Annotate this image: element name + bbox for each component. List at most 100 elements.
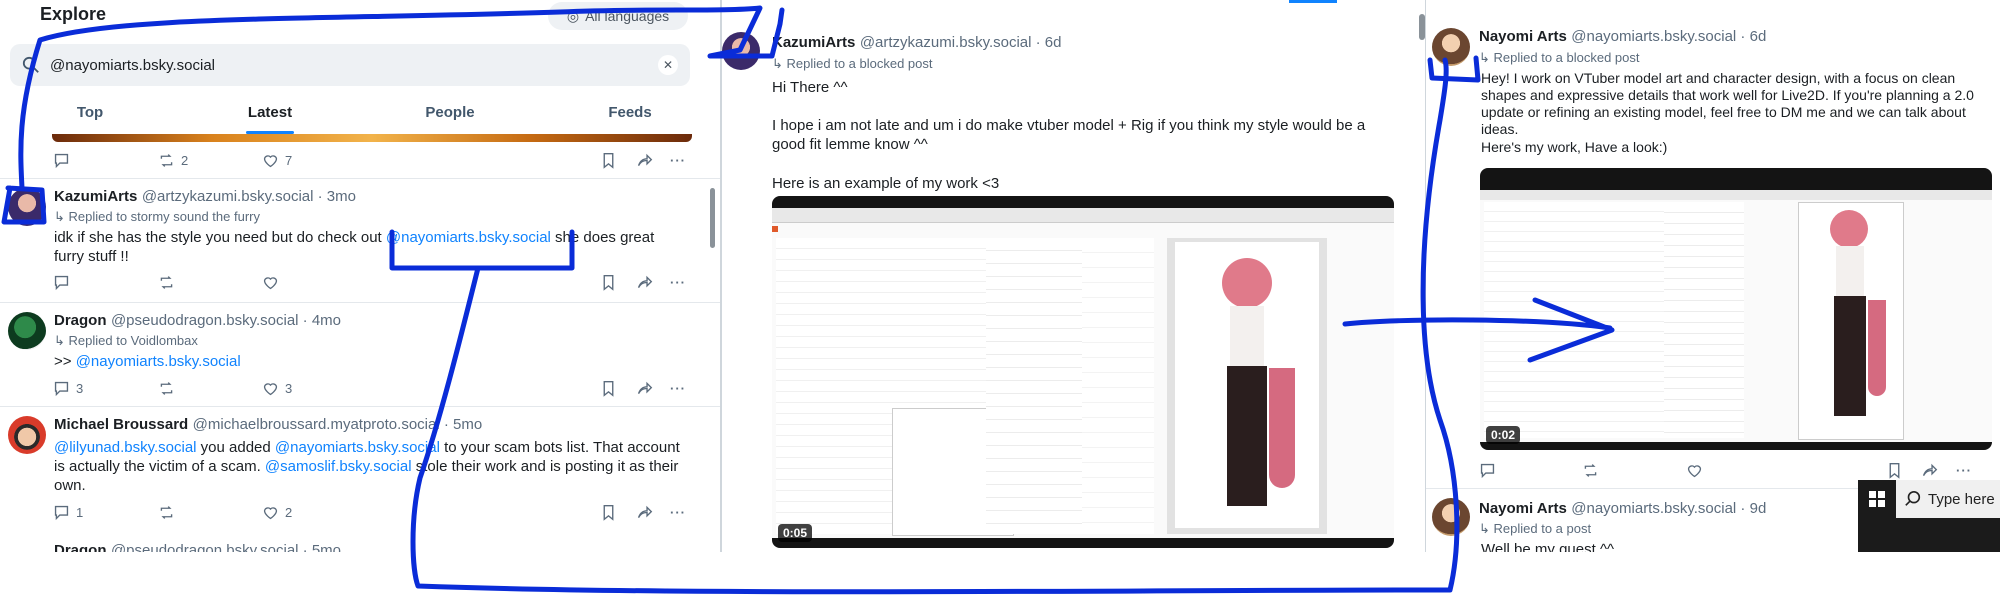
- search-input[interactable]: @nayomiarts.bsky.social: [50, 57, 215, 74]
- like-count: 2: [285, 504, 293, 520]
- reply-icon[interactable]: [1479, 462, 1496, 479]
- search-tabs: Top Latest People Feeds: [0, 98, 720, 134]
- like-icon: [263, 154, 278, 167]
- like-icon: [263, 382, 278, 395]
- like-count: 7: [285, 152, 293, 168]
- reply-icon[interactable]: [53, 152, 70, 169]
- reply-icon[interactable]: [53, 274, 70, 291]
- scrollbar[interactable]: [710, 188, 715, 248]
- author-handle[interactable]: @pseudodragon.bsky.social · 4mo: [111, 312, 341, 329]
- repost-icon[interactable]: [158, 380, 175, 397]
- video-player[interactable]: 0:02: [1480, 168, 1992, 450]
- bookmark-icon[interactable]: [600, 380, 617, 397]
- author-name[interactable]: Michael Broussard: [54, 416, 188, 433]
- reply-context[interactable]: Replied to stormy sound the furry: [69, 209, 260, 224]
- like-button[interactable]: 2: [262, 504, 292, 521]
- thread-panel: KazumiArts @artzykazumi.bsky.social · 6d…: [720, 0, 1427, 552]
- share-icon[interactable]: [636, 274, 653, 291]
- more-icon[interactable]: ···: [670, 153, 686, 168]
- share-icon[interactable]: [636, 504, 653, 521]
- mention-link[interactable]: @samoslif.bsky.social: [265, 458, 412, 475]
- repost-button[interactable]: 2: [158, 152, 188, 169]
- reply-context[interactable]: Replied to a blocked post: [1494, 50, 1640, 65]
- bookmark-icon[interactable]: [600, 274, 617, 291]
- tab-feeds[interactable]: Feeds: [540, 98, 720, 134]
- share-icon[interactable]: [1921, 462, 1938, 479]
- post-text: Hi There ^^: [772, 79, 848, 96]
- avatar[interactable]: [8, 188, 46, 226]
- author-name[interactable]: Dragon: [54, 542, 107, 552]
- reply-context[interactable]: Replied to a post: [1494, 521, 1592, 536]
- bookmark-icon[interactable]: [1886, 462, 1903, 479]
- reply-arrow-icon: ↳: [772, 56, 787, 71]
- share-icon[interactable]: [636, 152, 653, 169]
- post-text: Here's my work, Have a look:): [1481, 139, 1668, 155]
- avatar[interactable]: [1432, 498, 1470, 536]
- bookmark-icon[interactable]: [600, 152, 617, 169]
- more-icon[interactable]: ···: [670, 505, 686, 520]
- search-icon: [1905, 490, 1921, 506]
- list-item[interactable]: Dragon @pseudodragon.bsky.social · 4mo ↳…: [0, 302, 720, 406]
- taskbar-search[interactable]: Type here: [1928, 491, 1995, 508]
- repost-count: 2: [181, 152, 189, 168]
- author-handle[interactable]: @artzykazumi.bsky.social · 3mo: [142, 188, 356, 205]
- more-icon[interactable]: ···: [670, 275, 686, 290]
- post-actions: 3 3 ···: [0, 378, 720, 398]
- author-name[interactable]: KazumiArts: [772, 34, 855, 51]
- close-icon[interactable]: ✕: [658, 55, 678, 75]
- author-handle[interactable]: @michaelbroussard.myatproto.social · 5mo: [193, 416, 483, 433]
- author-handle[interactable]: @pseudodragon.bsky.social · 5mo: [111, 542, 341, 552]
- post-text: >> @nayomiarts.bsky.social: [54, 352, 241, 371]
- reply-context[interactable]: Replied to Voidlombax: [69, 333, 198, 348]
- avatar[interactable]: [1432, 28, 1470, 66]
- like-icon[interactable]: [1686, 462, 1703, 479]
- repost-icon[interactable]: [158, 274, 175, 291]
- globe-icon: ◎: [566, 7, 580, 24]
- tab-latest[interactable]: Latest: [180, 98, 360, 134]
- author-name[interactable]: Dragon: [54, 312, 107, 329]
- like-button[interactable]: 7: [262, 152, 292, 169]
- post-image[interactable]: [52, 134, 692, 142]
- page-background: [0, 552, 2000, 604]
- author-handle[interactable]: @nayomiarts.bsky.social · 6d: [1571, 28, 1766, 45]
- reply-arrow-icon: ↳: [1479, 50, 1494, 65]
- reply-context[interactable]: Replied to a blocked post: [787, 56, 933, 71]
- author-name[interactable]: Nayomi Arts: [1479, 500, 1567, 517]
- language-select[interactable]: ◎ All languages: [548, 2, 688, 30]
- search-bar[interactable]: @nayomiarts.bsky.social ✕: [10, 44, 690, 86]
- like-button[interactable]: 3: [262, 380, 292, 397]
- tab-people[interactable]: People: [360, 98, 540, 134]
- like-icon[interactable]: [262, 274, 279, 291]
- avatar[interactable]: [8, 416, 46, 454]
- author-handle[interactable]: @artzykazumi.bsky.social · 6d: [860, 34, 1062, 51]
- avatar[interactable]: [8, 312, 46, 350]
- author-name[interactable]: Nayomi Arts: [1479, 28, 1567, 45]
- windows-icon[interactable]: [1858, 480, 1896, 518]
- repost-icon[interactable]: [158, 504, 175, 521]
- author-handle[interactable]: @nayomiarts.bsky.social · 9d: [1571, 500, 1766, 517]
- more-icon[interactable]: ···: [670, 381, 686, 396]
- search-icon: [22, 56, 39, 73]
- share-icon[interactable]: [636, 380, 653, 397]
- reply-arrow-icon: ↳: [54, 333, 69, 348]
- repost-icon: [160, 153, 173, 167]
- mention-link[interactable]: @lilyunad.bsky.social: [54, 439, 197, 456]
- list-item[interactable]: Michael Broussard @michaelbroussard.myat…: [0, 406, 720, 546]
- video-player[interactable]: 0:05: [772, 196, 1394, 548]
- list-item[interactable]: Dragon @pseudodragon.bsky.social · 5mo: [54, 542, 341, 552]
- reply-button[interactable]: 1: [53, 504, 83, 521]
- reply-count: 3: [76, 380, 84, 396]
- list-item[interactable]: KazumiArts @artzykazumi.bsky.social · 3m…: [0, 178, 720, 302]
- avatar[interactable]: [722, 32, 760, 70]
- post-text: I hope i am not late and um i do make vt…: [772, 117, 1366, 153]
- post-text: idk if she has the style you need but do…: [54, 228, 684, 266]
- tab-top[interactable]: Top: [0, 98, 180, 134]
- mention-link[interactable]: @nayomiarts.bsky.social: [386, 229, 551, 246]
- mention-link[interactable]: @nayomiarts.bsky.social: [76, 353, 241, 370]
- more-icon[interactable]: ···: [1956, 463, 1972, 478]
- mention-link[interactable]: @nayomiarts.bsky.social: [275, 439, 440, 456]
- reply-button[interactable]: 3: [53, 380, 83, 397]
- repost-icon[interactable]: [1582, 462, 1599, 479]
- author-name[interactable]: KazumiArts: [54, 188, 137, 205]
- bookmark-icon[interactable]: [600, 504, 617, 521]
